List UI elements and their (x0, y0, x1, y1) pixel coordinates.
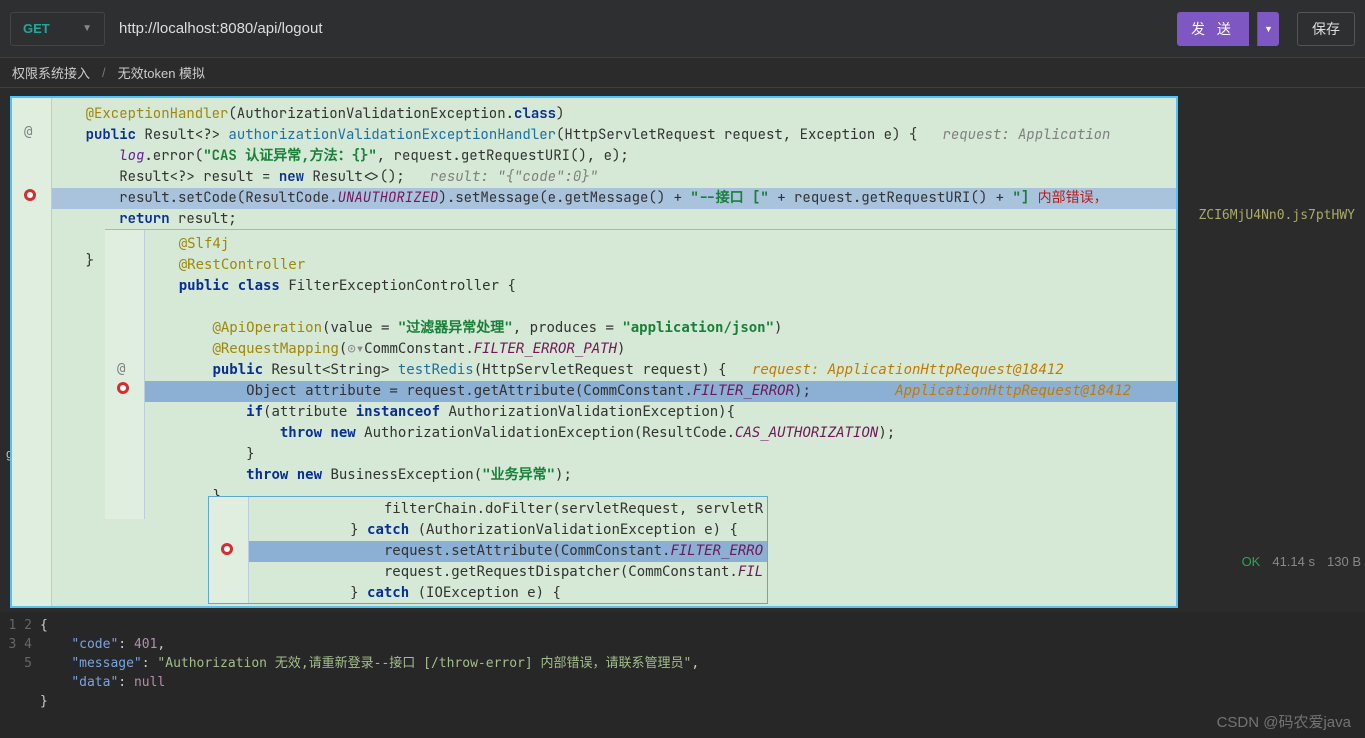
code-overlay: @ @ExceptionHandler(AuthorizationValidat… (10, 96, 1178, 608)
breakpoint-icon[interactable] (24, 189, 36, 201)
http-method-select[interactable]: GET ▼ (10, 12, 105, 46)
status-size: 130 B (1327, 554, 1361, 569)
send-dropdown[interactable]: ▼ (1257, 12, 1279, 46)
response-status: OK 41.14 s 130 B (1242, 554, 1361, 569)
chevron-down-icon: ▼ (82, 23, 92, 34)
code-gutter: @ (12, 98, 52, 606)
breadcrumb: 权限系统接入 / 无效token 模拟 (0, 58, 1365, 88)
inner-code-body[interactable]: @Slf4j @RestController public class Filt… (145, 234, 1178, 507)
status-ok: OK (1242, 554, 1261, 569)
override-icon: @ (117, 361, 125, 377)
token-text: ZCI6MjU4Nn0.js7ptHWY (1198, 208, 1355, 223)
json-response: 1 2 3 4 5 { "code": 401, "message": "Aut… (0, 612, 1365, 738)
tiny-code-popup: filterChain.doFilter(servletRequest, ser… (208, 496, 768, 604)
http-method-value: GET (23, 21, 50, 36)
breadcrumb-leaf[interactable]: 无效token 模拟 (118, 63, 205, 82)
watermark: CSDN @码农爱java (1217, 711, 1351, 732)
topbar: GET ▼ 发 送 ▼ 保存 (0, 0, 1365, 58)
url-input[interactable] (113, 12, 1169, 46)
json-line-numbers: 1 2 3 4 5 (0, 612, 40, 738)
status-time: 41.14 s (1272, 554, 1315, 569)
breakpoint-icon[interactable] (221, 543, 233, 555)
tiny-gutter (209, 497, 249, 603)
send-button[interactable]: 发 送 (1177, 12, 1249, 46)
json-body[interactable]: { "code": 401, "message": "Authorization… (40, 612, 1365, 738)
override-icon: @ (24, 124, 32, 140)
tiny-code-body[interactable]: filterChain.doFilter(servletRequest, ser… (249, 499, 767, 604)
save-button[interactable]: 保存 (1297, 12, 1355, 46)
breadcrumb-sep: / (102, 65, 106, 80)
inner-code-popup: @ @Slf4j @RestController public class Fi… (105, 229, 1178, 519)
breadcrumb-root[interactable]: 权限系统接入 (12, 63, 90, 82)
inner-gutter: @ (105, 230, 145, 519)
breakpoint-icon[interactable] (117, 382, 129, 394)
